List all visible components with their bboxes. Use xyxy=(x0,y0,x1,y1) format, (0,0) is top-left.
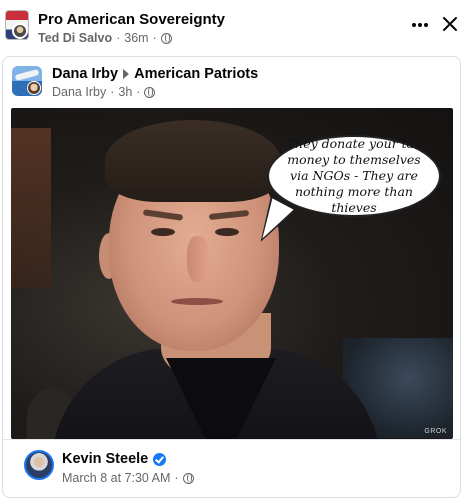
author-avatar[interactable] xyxy=(12,23,28,39)
shared-post-meta: Dana Irby · 3h · xyxy=(52,85,156,99)
plane-icon xyxy=(14,68,40,82)
speech-bubble: They donate your tax money to themselves… xyxy=(267,135,441,217)
shared-post-header: Dana Irby American Patriots Dana Irby · … xyxy=(3,57,460,105)
attribution-date[interactable]: March 8 at 7:30 AM xyxy=(62,471,170,485)
meta-separator: · xyxy=(174,471,179,485)
more-options-button[interactable] xyxy=(409,14,431,36)
attribution-meta: March 8 at 7:30 AM · xyxy=(62,471,194,485)
attribution-avatar[interactable] xyxy=(24,450,54,480)
shared-post-card[interactable]: Dana Irby American Patriots Dana Irby · … xyxy=(2,56,461,498)
author-name-link[interactable]: Ted Di Salvo xyxy=(38,31,112,45)
globe-icon xyxy=(160,32,172,44)
eye xyxy=(151,228,175,236)
speech-bubble-text: They donate your tax money to themselves… xyxy=(286,136,422,215)
group-post-header: Pro American Sovereignty Ted Di Salvo · … xyxy=(0,0,463,50)
shared-author-avatar[interactable] xyxy=(12,66,42,96)
caret-right-icon xyxy=(123,69,130,79)
verified-badge-icon xyxy=(153,452,167,466)
attribution-name-row: Kevin Steele xyxy=(62,451,167,467)
meme-image[interactable]: They donate your tax money to themselves… xyxy=(11,108,453,439)
shared-author-link[interactable]: Dana Irby xyxy=(52,66,118,82)
more-icon xyxy=(412,23,428,27)
shared-meta-author[interactable]: Dana Irby xyxy=(52,85,106,99)
group-name-link[interactable]: Pro American Sovereignty xyxy=(38,11,225,28)
group-post-meta: Ted Di Salvo · 36m · xyxy=(38,31,172,45)
target-group-link[interactable]: American Patriots xyxy=(134,66,258,82)
mouth xyxy=(171,298,223,305)
attribution-footer: Kevin Steele March 8 at 7:30 AM · xyxy=(3,439,460,497)
globe-icon xyxy=(182,472,194,484)
nose xyxy=(187,236,209,282)
meta-separator: · xyxy=(110,85,115,99)
shared-post-timestamp[interactable]: 3h xyxy=(118,85,132,99)
meta-separator: · xyxy=(152,31,157,45)
profile-face-icon xyxy=(27,81,41,95)
meta-separator: · xyxy=(116,31,121,45)
globe-icon xyxy=(144,86,156,98)
group-avatar[interactable] xyxy=(5,10,29,40)
image-watermark: GROK xyxy=(424,428,447,435)
hair xyxy=(105,120,281,202)
meta-separator: · xyxy=(136,85,141,99)
close-button[interactable] xyxy=(440,14,460,34)
attribution-name-link[interactable]: Kevin Steele xyxy=(62,451,148,467)
shared-post-title: Dana Irby American Patriots xyxy=(52,66,258,82)
post-timestamp[interactable]: 36m xyxy=(124,31,148,45)
close-icon xyxy=(443,17,457,31)
eye xyxy=(215,228,239,236)
background-wall xyxy=(11,128,51,288)
